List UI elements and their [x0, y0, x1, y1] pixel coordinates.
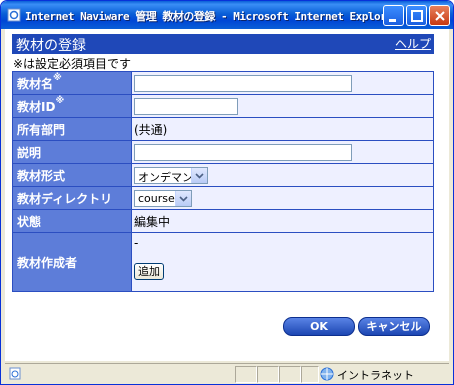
status-label: 状態 [12, 209, 132, 233]
form-row-id: 教材ID※ [12, 94, 434, 118]
required-mark: ※ [53, 72, 62, 83]
dropdown-arrow[interactable] [175, 190, 191, 206]
status-segment [235, 366, 257, 383]
ie-page-icon [7, 8, 21, 22]
form-row-dir: 教材ディレクトリ course [12, 186, 434, 210]
status-segment [279, 366, 301, 383]
format-select[interactable]: オンデマンド [134, 166, 208, 184]
ok-button[interactable]: OK [283, 317, 355, 336]
add-author-button[interactable]: 追加 [134, 263, 164, 280]
title-bar[interactable]: Internet Naviware 管理 教材の登録 - Microsoft I… [1, 1, 453, 29]
close-button[interactable] [429, 5, 450, 26]
page-header: 教材の登録 ヘルプ [12, 34, 434, 54]
desc-label: 説明 [12, 140, 132, 164]
status-segment [257, 366, 279, 383]
status-bar: イントラネット [5, 363, 449, 383]
course-form: 教材名※ 教材ID※ 所有部門 (共通) 説明 教材形式 オンデマンド 教材ディ… [12, 71, 434, 292]
maximize-icon [411, 10, 423, 22]
window-title: Internet Naviware 管理 教材の登録 - Microsoft I… [25, 10, 399, 23]
form-row-status: 状態 編集中 [12, 209, 434, 233]
dept-label: 所有部門 [12, 117, 132, 141]
page-title: 教材の登録 [16, 38, 86, 54]
page-content: 教材の登録 ヘルプ ※は設定必須項目です 教材名※ 教材ID※ 所有部門 (共通… [5, 29, 449, 361]
form-row-name: 教材名※ [12, 71, 434, 95]
browser-window: Internet Naviware 管理 教材の登録 - Microsoft I… [0, 0, 454, 385]
author-label: 教材作成者 [12, 232, 132, 292]
form-row-dept: 所有部門 (共通) [12, 117, 434, 141]
required-note: ※は設定必須項目です [13, 57, 132, 71]
id-label: 教材ID※ [12, 94, 132, 118]
status-value: 編集中 [131, 209, 434, 233]
id-input[interactable] [134, 97, 238, 115]
directory-select[interactable]: course [134, 189, 192, 207]
dept-value: (共通) [131, 117, 434, 141]
help-link[interactable]: ヘルプ [395, 35, 431, 52]
dir-label: 教材ディレクトリ [12, 186, 132, 210]
chevron-down-icon [195, 172, 204, 179]
required-mark: ※ [55, 95, 65, 106]
dropdown-arrow[interactable] [191, 167, 207, 183]
close-icon [435, 11, 445, 21]
maximize-button[interactable] [406, 5, 427, 26]
page-done-icon [9, 367, 21, 380]
directory-selected-value: course [138, 191, 175, 205]
format-label: 教材形式 [12, 163, 132, 187]
name-input[interactable] [134, 74, 352, 92]
description-input[interactable] [134, 143, 352, 161]
zone-label: イントラネット [337, 369, 414, 382]
form-row-desc: 説明 [12, 140, 434, 164]
minimize-button[interactable] [383, 5, 404, 26]
chevron-down-icon [179, 195, 188, 202]
name-label: 教材名※ [12, 71, 132, 95]
status-segment [301, 366, 319, 383]
form-row-format: 教材形式 オンデマンド [12, 163, 434, 187]
intranet-zone-icon [320, 367, 334, 381]
cancel-button[interactable]: キャンセル [358, 317, 430, 336]
minimize-icon [389, 19, 396, 22]
author-value: - [134, 236, 139, 250]
form-row-author: 教材作成者 - 追加 [12, 232, 434, 292]
